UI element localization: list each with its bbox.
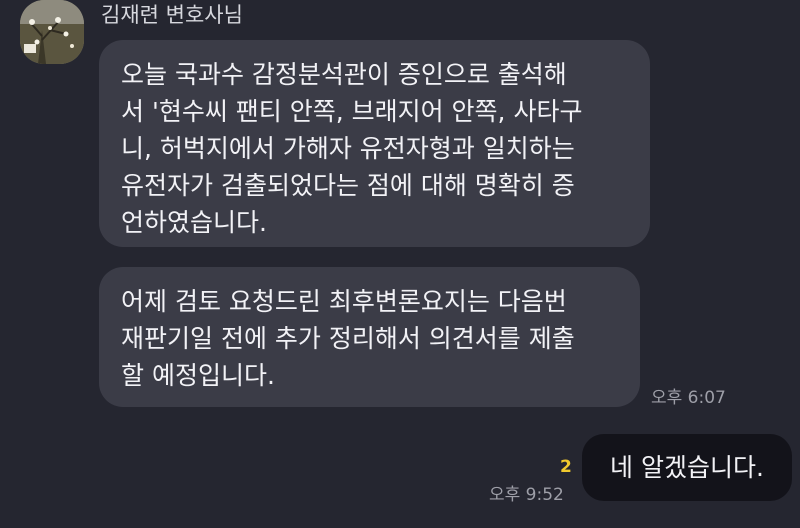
incoming-message-bubble[interactable]: 어제 검토 요청드린 최후변론요지는 다음번 재판기일 전에 추가 정리해서 의…	[99, 267, 640, 407]
outgoing-message-bubble[interactable]: 네 알겠습니다.	[582, 434, 792, 501]
message-line: 할 예정입니다.	[121, 361, 275, 390]
message-line: 재판기일 전에 추가 정리해서 의견서를 제출	[121, 324, 575, 353]
message-line: 어제 검토 요청드린 최후변론요지는 다음번	[121, 287, 567, 316]
sender-name[interactable]: 김재련 변호사님	[101, 2, 243, 28]
message-timestamp: 오후 6:07	[651, 388, 726, 408]
message-line: 오늘 국과수 감정분석관이 증인으로 출석해	[121, 60, 567, 89]
message-line: 언하였습니다.	[121, 208, 267, 237]
incoming-message-bubble[interactable]: 오늘 국과수 감정분석관이 증인으로 출석해 서 '현수씨 팬티 안쪽, 브래지…	[99, 40, 650, 247]
message-line: 니, 허벅지에서 가해자 유전자형과 일치하는	[121, 134, 575, 163]
message-timestamp: 오후 9:52	[489, 485, 564, 505]
chat-window: 김재련 변호사님 오늘 국과수 감정분석관이 증인으로 출석해 서 '현수씨 팬…	[0, 0, 800, 528]
message-line: 서 '현수씨 팬티 안쪽, 브래지어 안쪽, 사타구	[121, 97, 583, 126]
unread-count-badge: 2	[560, 457, 572, 477]
profile-photo-icon	[20, 0, 84, 64]
message-line: 유전자가 검출되었다는 점에 대해 명확히 증	[121, 171, 575, 200]
sender-avatar[interactable]	[20, 0, 84, 64]
